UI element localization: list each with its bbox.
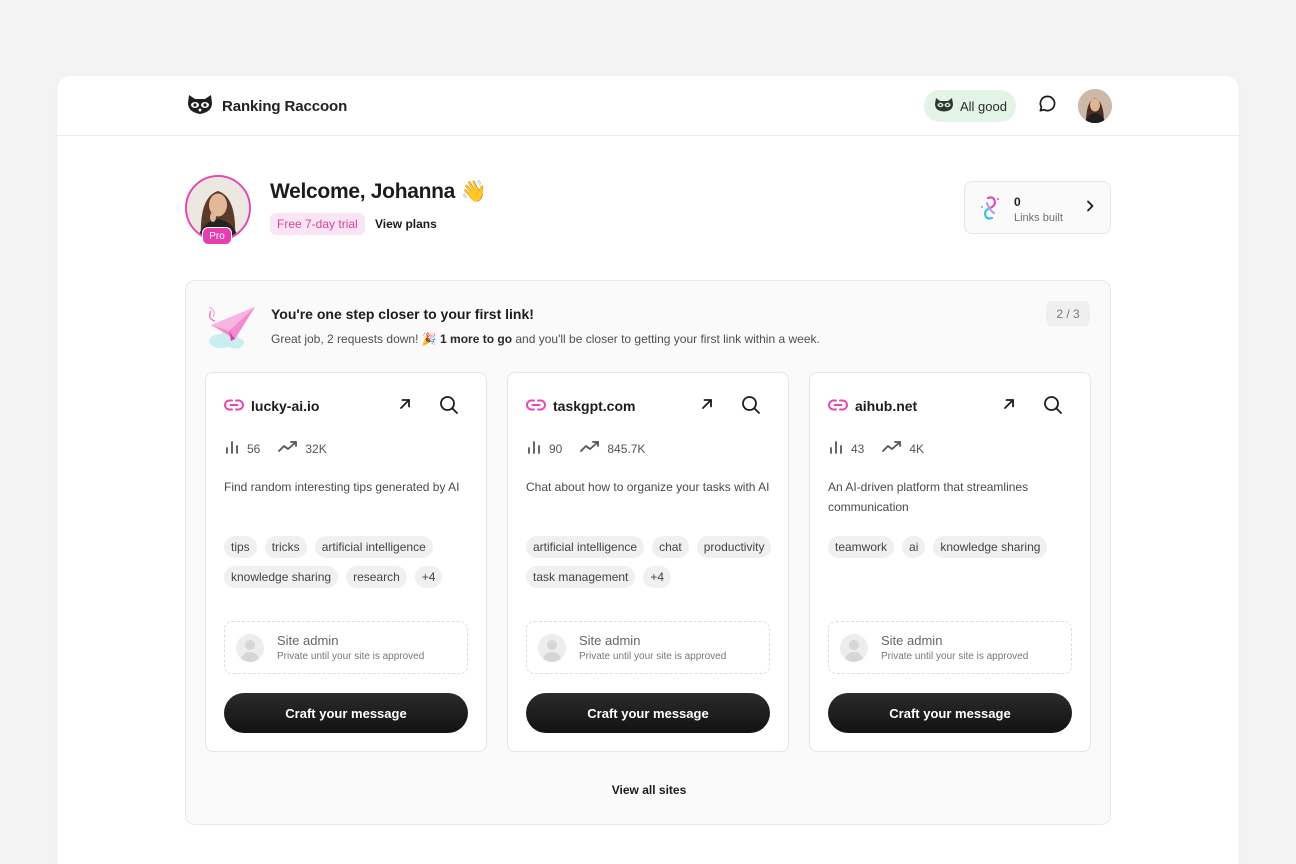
site-domain[interactable]: taskgpt.com: [553, 398, 635, 414]
admin-avatar-placeholder-icon: [840, 634, 868, 662]
progress-subtitle: Great job, 2 requests down! 🎉 1 more to …: [271, 332, 820, 346]
bar-chart-icon: [526, 439, 542, 458]
trend-up-icon: [580, 440, 600, 457]
trend-up-icon: [882, 440, 902, 457]
tag: knowledge sharing: [224, 566, 339, 588]
trial-badge: Free 7-day trial: [270, 213, 365, 235]
traffic-value: 32K: [305, 441, 327, 456]
external-link-icon[interactable]: [699, 396, 715, 417]
tag: research: [346, 566, 407, 588]
admin-avatar-placeholder-icon: [236, 634, 264, 662]
progress-subtitle-bold: 1 more to go: [440, 332, 513, 346]
links-built-card[interactable]: 0 Links built: [964, 181, 1111, 234]
traffic-value: 845.7K: [607, 441, 646, 456]
craft-message-button[interactable]: Craft your message: [526, 693, 770, 733]
craft-message-button[interactable]: Craft your message: [224, 693, 468, 733]
admin-name: Site admin: [881, 633, 943, 648]
progress-subtitle-suffix: and you'll be closer to getting your fir…: [512, 332, 820, 346]
view-plans-link[interactable]: View plans: [375, 217, 437, 231]
tag-list: teamwork ai knowledge sharing: [828, 536, 1078, 558]
site-domain[interactable]: lucky-ai.io: [251, 398, 319, 414]
domain-rating: 43: [851, 441, 865, 456]
profile-avatar[interactable]: Pro: [185, 175, 251, 245]
first-link-progress-panel: You're one step closer to your first lin…: [185, 280, 1111, 825]
tag-list: artificial intelligence chat productivit…: [526, 536, 776, 588]
top-navigation-bar: Ranking Raccoon All good: [57, 76, 1239, 136]
paper-plane-icon: [205, 303, 257, 356]
site-card: taskgpt.com 90 845.7K Chat about how to …: [507, 372, 789, 752]
tag: artificial intelligence: [314, 536, 433, 558]
page-title: Welcome, Johanna 👋: [270, 180, 487, 203]
raccoon-logo-icon: [186, 93, 214, 120]
site-admin-box: Site admin Private until your site is ap…: [224, 621, 468, 674]
tag: artificial intelligence: [526, 536, 645, 558]
logo-text: Ranking Raccoon: [222, 98, 348, 115]
progress-title: You're one step closer to your first lin…: [271, 306, 534, 322]
progress-subtitle-prefix: Great job, 2 requests down! 🎉: [271, 332, 441, 346]
site-stats: 90 845.7K: [526, 439, 663, 458]
admin-name: Site admin: [579, 633, 641, 648]
pro-badge: Pro: [202, 227, 232, 245]
external-link-icon[interactable]: [1001, 396, 1017, 417]
site-description: Find random interesting tips generated b…: [224, 480, 460, 494]
admin-note: Private until your site is approved: [277, 651, 425, 662]
tag-list: tips tricks artificial intelligence know…: [224, 536, 474, 588]
site-card: aihub.net 43 4K An AI-driven platform th…: [809, 372, 1091, 752]
status-text: All good: [960, 98, 1007, 114]
more-tags[interactable]: +4: [643, 566, 672, 588]
tag: chat: [652, 536, 689, 558]
site-domain[interactable]: aihub.net: [855, 398, 917, 414]
links-label: Links built: [1014, 212, 1063, 224]
external-link-icon[interactable]: [397, 396, 413, 417]
search-icon[interactable]: [1043, 395, 1063, 420]
raccoon-status-icon: [934, 97, 954, 115]
admin-name: Site admin: [277, 633, 339, 648]
admin-note: Private until your site is approved: [579, 651, 727, 662]
search-icon[interactable]: [439, 395, 459, 420]
traffic-value: 4K: [909, 441, 925, 456]
step-counter: 2 / 3: [1046, 301, 1090, 326]
site-admin-box: Site admin Private until your site is ap…: [828, 621, 1072, 674]
tag: productivity: [696, 536, 772, 558]
bar-chart-icon: [224, 439, 240, 458]
site-description: An AI-driven platform that streamlines c…: [828, 480, 1029, 514]
admin-avatar-placeholder-icon: [538, 634, 566, 662]
admin-note: Private until your site is approved: [881, 651, 1029, 662]
link-icon: [526, 398, 546, 417]
tag: ai: [902, 536, 926, 558]
more-tags[interactable]: +4: [414, 566, 443, 588]
site-stats: 56 32K: [224, 439, 345, 458]
tag: knowledge sharing: [933, 536, 1048, 558]
status-badge[interactable]: All good: [924, 90, 1016, 122]
chat-button[interactable]: [1036, 95, 1058, 117]
site-admin-box: Site admin Private until your site is ap…: [526, 621, 770, 674]
tag: teamwork: [828, 536, 895, 558]
domain-rating: 90: [549, 441, 563, 456]
chevron-right-icon: [1083, 199, 1097, 218]
trend-up-icon: [278, 440, 298, 457]
view-all-sites-link[interactable]: View all sites: [186, 783, 1112, 797]
tag: tricks: [264, 536, 307, 558]
craft-message-button[interactable]: Craft your message: [828, 693, 1072, 733]
link-icon: [224, 398, 244, 417]
user-avatar[interactable]: [1078, 89, 1112, 123]
logo[interactable]: Ranking Raccoon: [186, 93, 347, 120]
site-card: lucky-ai.io 56 32K Find random interesti…: [205, 372, 487, 752]
app-window: Ranking Raccoon All good Pro Welcome, Jo…: [57, 76, 1239, 864]
links-count: 0: [1014, 195, 1021, 209]
chat-bubble-icon: [1038, 94, 1057, 118]
search-icon[interactable]: [741, 395, 761, 420]
link-chain-icon: [979, 194, 1003, 227]
domain-rating: 56: [247, 441, 261, 456]
site-description: Chat about how to organize your tasks wi…: [526, 480, 770, 494]
link-icon: [828, 398, 848, 417]
site-stats: 43 4K: [828, 439, 942, 458]
tag: tips: [224, 536, 257, 558]
bar-chart-icon: [828, 439, 844, 458]
tag: task management: [526, 566, 636, 588]
